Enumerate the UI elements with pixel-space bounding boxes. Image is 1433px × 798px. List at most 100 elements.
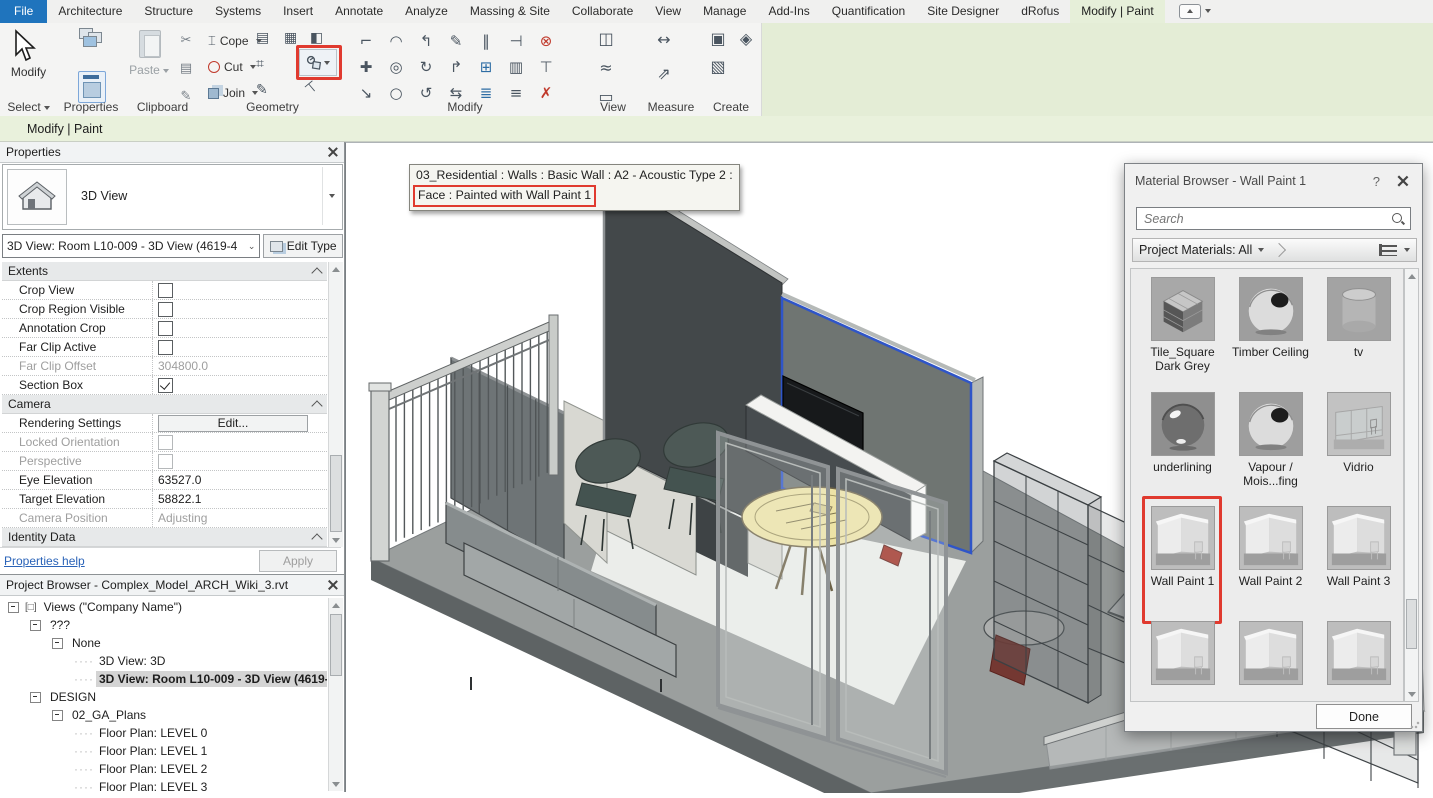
paint-dropdown-caret-icon[interactable] <box>324 61 330 65</box>
tab-add-ins[interactable]: Add-Ins <box>757 0 820 23</box>
scroll-down-icon[interactable] <box>1405 687 1418 701</box>
panel-label-select[interactable]: Select <box>0 100 57 114</box>
close-icon[interactable] <box>328 147 338 157</box>
offset-icon[interactable]: ◎ <box>385 56 407 78</box>
tab-annotate[interactable]: Annotate <box>324 0 394 23</box>
tab-architecture[interactable]: Architecture <box>47 0 133 23</box>
scroll-down-icon[interactable] <box>329 533 343 547</box>
tree-item-floor-plan-level-0[interactable]: ····Floor Plan: LEVEL 0 <box>2 724 327 742</box>
tab-view[interactable]: View <box>644 0 692 23</box>
property-value[interactable]: 58822.1 <box>153 490 327 508</box>
measure-ruler-icon[interactable]: ↔ <box>653 29 675 51</box>
modify-button[interactable]: Modify <box>0 65 57 79</box>
ribbon-minimize-caret-icon[interactable] <box>1205 9 1211 13</box>
align-icon[interactable]: ⌐ <box>355 30 377 52</box>
panel-label-create[interactable]: Create <box>701 100 761 114</box>
instance-selector[interactable]: 3D View: Room L10-009 - 3D View (4619-4 … <box>2 234 260 258</box>
ribbon-minimize-icon[interactable] <box>1179 4 1201 19</box>
tree-item-02-ga-plans[interactable]: 02_GA_Plans <box>2 706 327 724</box>
tree-item-floor-plan-level-2[interactable]: ····Floor Plan: LEVEL 2 <box>2 760 327 778</box>
properties-scrollbar[interactable] <box>328 262 343 547</box>
trim-extend-corner-icon[interactable]: ↰ <box>415 30 437 52</box>
tab-insert[interactable]: Insert <box>272 0 324 23</box>
create-similar-icon[interactable]: ▧ <box>707 56 729 78</box>
mirror-icon[interactable]: ▥ <box>505 56 527 78</box>
trim-corner-icon[interactable]: ↱ <box>445 56 467 78</box>
material-scrollbar[interactable] <box>1404 268 1419 702</box>
property-value[interactable] <box>153 338 327 356</box>
ribbon-minimize-control[interactable] <box>1179 3 1213 19</box>
solid-geometry-icon[interactable]: ◧ <box>310 31 323 45</box>
properties-palette-icon[interactable] <box>78 71 106 103</box>
property-value[interactable] <box>153 433 327 451</box>
tab-manage[interactable]: Manage <box>692 0 757 23</box>
property-value[interactable]: Adjusting <box>153 509 327 527</box>
material-tile-wall-paint-1[interactable]: Wall Paint 1 <box>1137 506 1228 588</box>
material-tile-clipped-10[interactable] <box>1225 621 1316 689</box>
type-dropdown[interactable] <box>322 167 340 225</box>
material-tile-vidrio[interactable]: Vidrio <box>1313 392 1404 474</box>
material-search-box[interactable] <box>1136 207 1411 230</box>
scroll-down-icon[interactable] <box>329 777 343 791</box>
combo-caret-icon[interactable]: ⌄ <box>248 241 256 252</box>
group-header-camera[interactable]: Camera <box>2 395 327 414</box>
resize-grip[interactable] <box>1410 719 1420 729</box>
done-button[interactable]: Done <box>1316 704 1412 729</box>
group-icon[interactable]: ◈ <box>735 28 757 50</box>
type-selector[interactable]: 3D View <box>2 164 343 230</box>
scrollbar-thumb[interactable] <box>330 614 342 676</box>
modify-cursor-icon[interactable] <box>10 29 36 68</box>
tree-item-floor-plan-level-3[interactable]: ····Floor Plan: LEVEL 3 <box>2 778 327 791</box>
expand-icon[interactable] <box>52 710 63 721</box>
tree-item-views-company-name[interactable]: [□]Views ("Company Name") <box>2 598 327 616</box>
tab-collaborate[interactable]: Collaborate <box>561 0 644 23</box>
group-header-identity-data[interactable]: Identity Data <box>2 528 327 547</box>
edit-type-button[interactable]: Edit Type <box>263 234 343 258</box>
split-element-icon[interactable]: ‖ <box>475 30 497 52</box>
property-value[interactable]: 63527.0 <box>153 471 327 489</box>
property-value[interactable] <box>153 281 327 299</box>
3d-viewport[interactable]: 03_Residential : Walls : Basic Wall : A2… <box>345 142 1433 792</box>
fillet-arc-icon[interactable]: ◠ <box>385 30 407 52</box>
legend-component-icon[interactable]: ▣ <box>707 28 729 50</box>
tab-analyze[interactable]: Analyze <box>394 0 459 23</box>
panel-label-properties[interactable]: Properties <box>57 100 125 114</box>
demolish-hammer-icon[interactable]: ⊤ <box>303 79 321 98</box>
filter-caret-icon[interactable] <box>1258 248 1264 252</box>
panel-label-geometry[interactable]: Geometry <box>200 100 345 114</box>
cut-scissors-icon[interactable]: ✂ <box>175 29 197 51</box>
group-header-extents[interactable]: Extents <box>2 262 327 281</box>
property-value[interactable] <box>153 319 327 337</box>
properties-help-link[interactable]: Properties help <box>4 554 85 568</box>
tab-structure[interactable]: Structure <box>133 0 204 23</box>
panel-label-modify[interactable]: Modify <box>345 100 585 114</box>
paint-button[interactable] <box>299 49 337 76</box>
panel-label-clipboard[interactable]: Clipboard <box>125 100 200 114</box>
material-tile-tile-square-dark-grey[interactable]: Tile_Square Dark Grey <box>1137 277 1228 374</box>
help-icon[interactable]: ? <box>1373 174 1380 189</box>
tab-site-designer[interactable]: Site Designer <box>916 0 1010 23</box>
tab-file[interactable]: File <box>0 0 47 23</box>
material-tile-wall-paint-2[interactable]: Wall Paint 2 <box>1225 506 1316 588</box>
search-input[interactable] <box>1142 211 1376 227</box>
tab-modify-paint[interactable]: Modify | Paint <box>1070 0 1164 23</box>
expand-icon[interactable] <box>30 620 41 631</box>
move-icon[interactable]: ✚ <box>355 56 377 78</box>
visibility-icon[interactable]: ◫ <box>595 28 617 50</box>
tab-quantification[interactable]: Quantification <box>821 0 916 23</box>
unpin-icon[interactable]: ⊗ <box>535 30 557 52</box>
tree-item-none[interactable]: None <box>2 634 327 652</box>
cut-button[interactable]: Cut <box>208 57 256 77</box>
tree-item-3d-view-room-l10-009-3d-view-4619[interactable]: ····3D View: Room L10-009 - 3D View (461… <box>2 670 327 688</box>
panel-label-measure[interactable]: Measure <box>641 100 701 114</box>
windows-icon[interactable] <box>79 28 103 46</box>
panel-label-view[interactable]: View <box>585 100 641 114</box>
pin-icon[interactable]: ⊤ <box>535 56 557 78</box>
material-tile-vapour-mois-fing[interactable]: Vapour / Mois...fing <box>1225 392 1316 489</box>
tree-item-[interactable]: ??? <box>2 616 327 634</box>
scroll-up-icon[interactable] <box>329 262 343 276</box>
property-value[interactable]: 304800.0 <box>153 357 327 375</box>
array-icon[interactable]: ⊞ <box>475 56 497 78</box>
expand-icon[interactable] <box>8 602 19 613</box>
property-value[interactable] <box>153 452 327 470</box>
